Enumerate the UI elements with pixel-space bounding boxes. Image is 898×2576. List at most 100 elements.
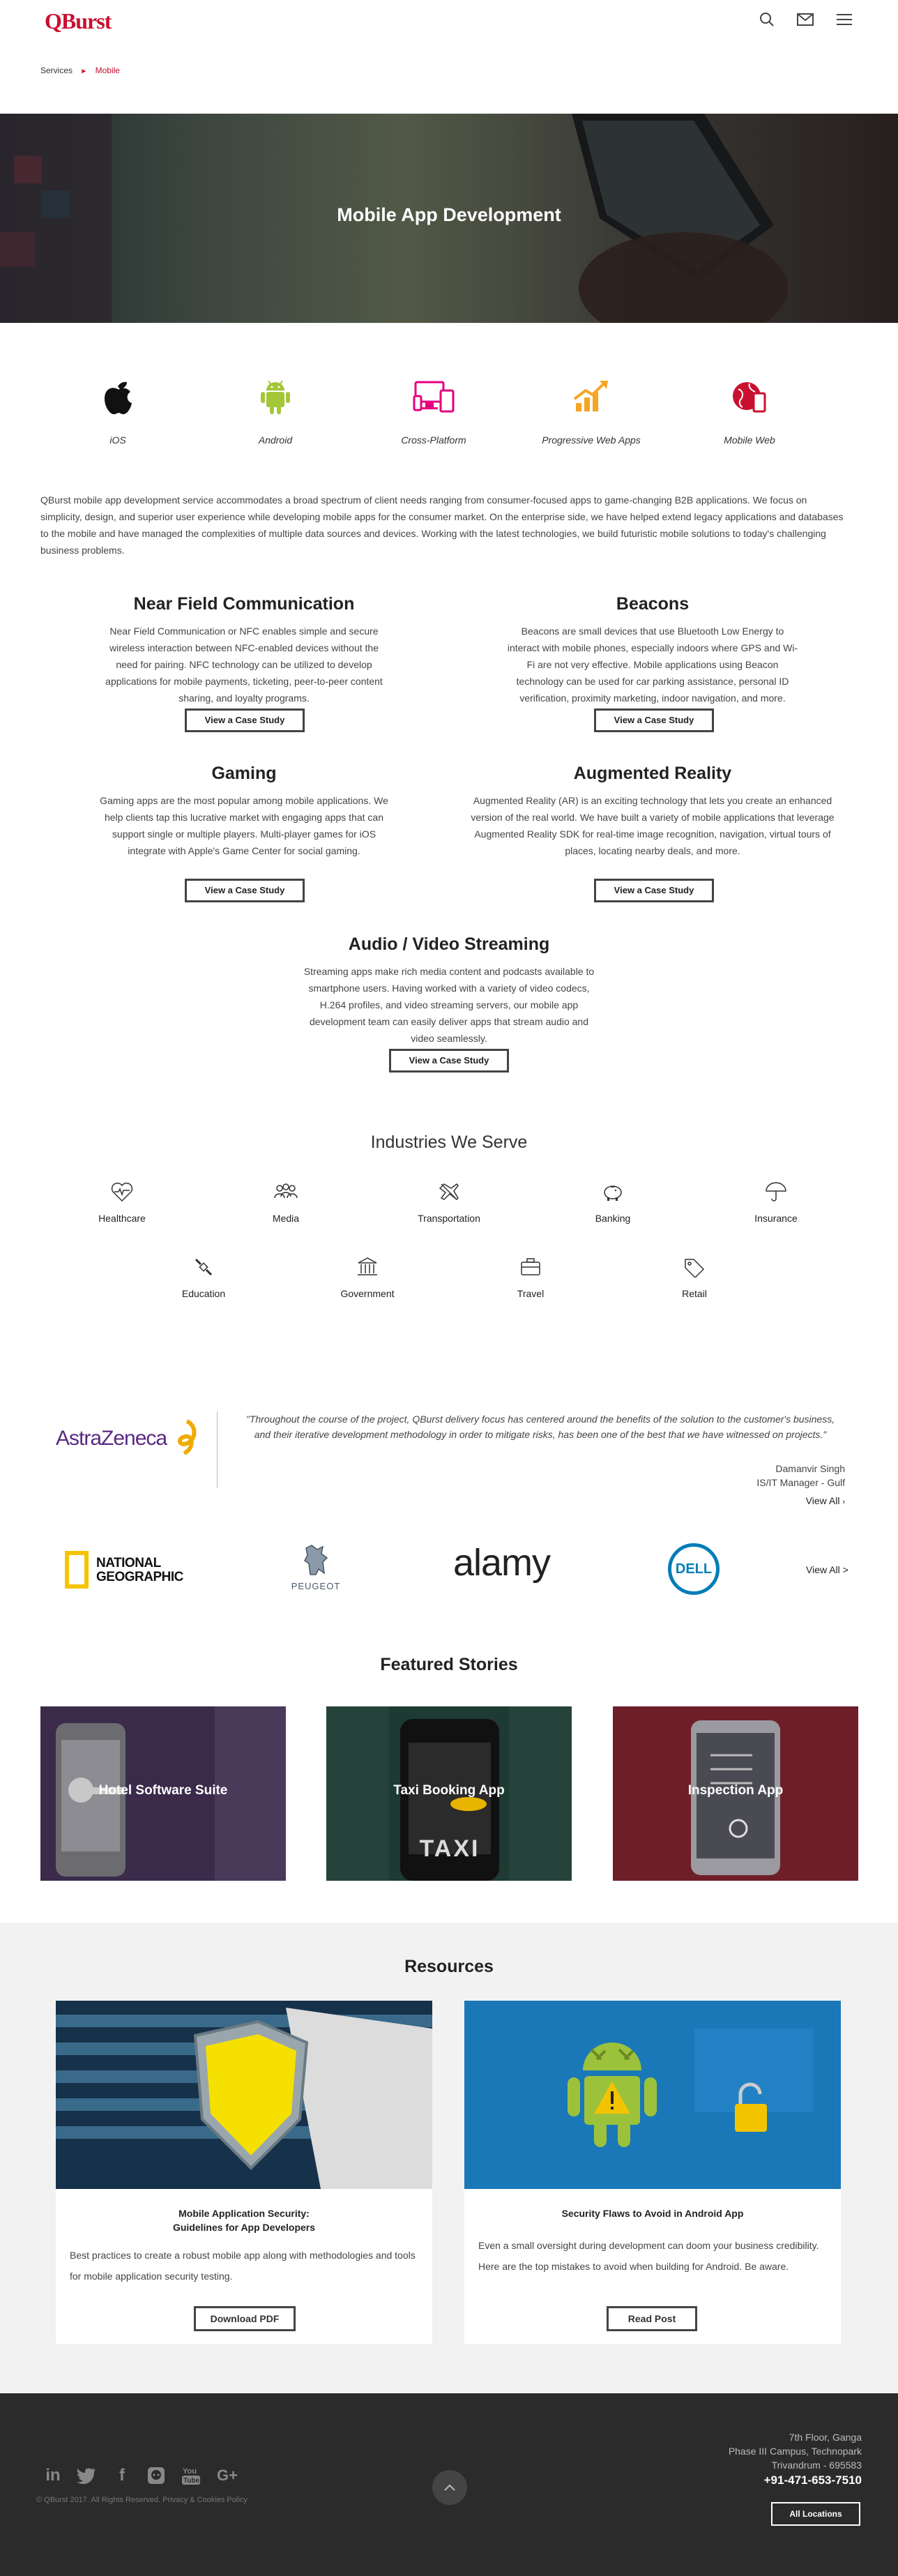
breadcrumb-services[interactable]: Services	[40, 66, 73, 75]
testimonial-role: IS/IT Manager - Gulf	[756, 1477, 845, 1488]
dell-logo: DELL	[668, 1543, 720, 1595]
read-post-button[interactable]: Read Post	[607, 2306, 697, 2331]
linkedin-icon[interactable]: in	[40, 2463, 66, 2488]
resource-text: Best practices to create a robust mobile…	[70, 2250, 416, 2282]
footer-phone[interactable]: +91-471-653-7510	[627, 2472, 862, 2489]
resource-card-android: Security Flaws to Avoid in Android App E…	[464, 2001, 841, 2344]
industry-healthcare[interactable]: Healthcare	[73, 1181, 171, 1224]
industry-education[interactable]: Education	[155, 1257, 252, 1299]
story-card-hotel[interactable]: Hotel Software Suite	[40, 1706, 286, 1881]
search-icon[interactable]	[757, 10, 777, 29]
industry-travel[interactable]: Travel	[482, 1257, 579, 1299]
platform-android[interactable]: Android	[220, 377, 331, 446]
industry-label: Transportation	[418, 1213, 480, 1224]
platform-label: Android	[258, 434, 293, 446]
all-locations-button[interactable]: All Locations	[771, 2502, 860, 2526]
testimonial-divider	[217, 1411, 218, 1488]
story-title: Hotel Software Suite	[98, 1783, 228, 1798]
resources-title: Resources	[404, 1957, 494, 1976]
platform-mobile-web[interactable]: Mobile Web	[694, 377, 805, 446]
platform-pwa[interactable]: Progressive Web Apps	[535, 377, 647, 446]
astrazeneca-wordmark: AstraZeneca	[56, 1427, 167, 1450]
featured-title: Featured Stories	[380, 1655, 518, 1674]
industry-government[interactable]: Government	[319, 1257, 416, 1299]
case-study-button-nfc[interactable]: View a Case Study	[185, 709, 305, 732]
industry-banking[interactable]: Banking	[564, 1181, 662, 1224]
testimonial-quote: "Throughout the course of the project, Q…	[245, 1414, 835, 1440]
breadcrumb-arrow-icon: ►	[80, 68, 88, 75]
testimonial-view-all[interactable]: View All ›	[627, 1494, 845, 1509]
tag-icon	[685, 1259, 705, 1279]
github-icon[interactable]	[144, 2463, 169, 2488]
chevron-up-icon	[444, 2484, 455, 2491]
industry-label: Retail	[682, 1288, 707, 1299]
growth-chart-icon	[573, 381, 608, 411]
download-pdf-button[interactable]: Download PDF	[194, 2306, 296, 2331]
feature-title: Gaming	[211, 764, 277, 783]
industry-label: Travel	[517, 1288, 545, 1299]
twitter-icon[interactable]	[74, 2463, 99, 2488]
facebook-icon[interactable]: f	[109, 2463, 135, 2488]
industry-label: Government	[340, 1288, 395, 1299]
footer-address: 7th Floor, Ganga Phase III Campus, Techn…	[627, 2430, 862, 2489]
astrazeneca-swirl-icon	[178, 1419, 197, 1455]
globe-phone-icon	[733, 382, 766, 413]
platform-ios[interactable]: iOS	[62, 377, 174, 446]
feature-title: Audio / Video Streaming	[348, 934, 550, 954]
svg-text:Tube: Tube	[183, 2477, 200, 2485]
devices-icon	[413, 381, 455, 413]
platform-label: Cross-Platform	[401, 434, 466, 446]
feature-text: Near Field Communication or NFC enables …	[105, 626, 383, 704]
breadcrumb: Services ► Mobile	[40, 66, 120, 75]
resource-title: Security Flaws to Avoid in Android App	[561, 2208, 744, 2219]
feature-gaming: Gaming Gaming apps are the most popular …	[98, 764, 390, 859]
story-card-inspection[interactable]: Inspection App	[613, 1706, 858, 1881]
industry-media[interactable]: Media	[237, 1181, 335, 1224]
taxi-sign: TAXI	[419, 1835, 480, 1862]
heart-pulse-icon	[111, 1182, 133, 1202]
story-title: Inspection App	[687, 1783, 784, 1798]
clients-view-all[interactable]: View All >	[806, 1564, 848, 1575]
peugeot-lion-icon	[304, 1545, 328, 1575]
android-flaws-image	[464, 2001, 841, 2189]
youtube-icon[interactable]: You Tube	[178, 2463, 204, 2488]
airplane-icon	[439, 1183, 459, 1201]
security-shield-image	[56, 2001, 432, 2189]
mail-icon[interactable]	[796, 10, 815, 29]
platform-cross-platform[interactable]: Cross-Platform	[378, 377, 489, 446]
platform-label: Progressive Web Apps	[542, 434, 641, 446]
case-study-button-beacons[interactable]: View a Case Study	[594, 709, 714, 732]
case-study-button-ar[interactable]: View a Case Study	[594, 879, 714, 902]
umbrella-icon	[766, 1182, 786, 1202]
resource-card-security: Mobile Application Security: Guidelines …	[56, 2001, 432, 2344]
peugeot-logo: PEUGEOT	[277, 1543, 354, 1591]
national-geographic-logo: NATIONAL GEOGRAPHIC	[65, 1551, 190, 1590]
industry-insurance[interactable]: Insurance	[727, 1181, 825, 1224]
feature-text: Gaming apps are the most popular among m…	[100, 795, 388, 856]
natgeo-frame	[65, 1551, 89, 1589]
peugeot-text: PEUGEOT	[291, 1581, 341, 1591]
case-study-button-gaming[interactable]: View a Case Study	[185, 879, 305, 902]
hero-title: Mobile App Development	[337, 204, 561, 225]
industry-label: Banking	[595, 1213, 631, 1224]
industry-transportation[interactable]: Transportation	[400, 1181, 498, 1224]
industry-retail[interactable]: Retail	[646, 1257, 743, 1299]
qburst-logo[interactable]: QBurst	[45, 8, 112, 34]
feature-title: Near Field Communication	[133, 594, 355, 614]
natgeo-text: NATIONAL GEOGRAPHIC	[96, 1556, 183, 1584]
feature-text: Augmented Reality (AR) is an exciting te…	[471, 795, 835, 856]
platform-label: Mobile Web	[724, 434, 775, 446]
menu-icon[interactable]	[835, 10, 854, 29]
apple-icon	[105, 381, 132, 414]
story-card-taxi[interactable]: TAXI Taxi Booking App	[326, 1706, 572, 1881]
satellite-icon	[195, 1258, 213, 1276]
feature-title: Augmented Reality	[573, 764, 732, 783]
industry-label: Education	[181, 1288, 226, 1299]
feature-streaming: Audio / Video Streaming Streaming apps m…	[303, 934, 595, 1047]
case-study-button-streaming[interactable]: View a Case Study	[389, 1049, 509, 1073]
hero-banner: Mobile App Development	[0, 114, 898, 323]
scroll-top-button[interactable]	[432, 2470, 467, 2505]
google-plus-icon[interactable]: G+	[215, 2463, 240, 2488]
testimonial-author: Damanvir Singh	[775, 1463, 845, 1474]
testimonial-author-block: Damanvir Singh IS/IT Manager - Gulf View…	[627, 1462, 845, 1509]
